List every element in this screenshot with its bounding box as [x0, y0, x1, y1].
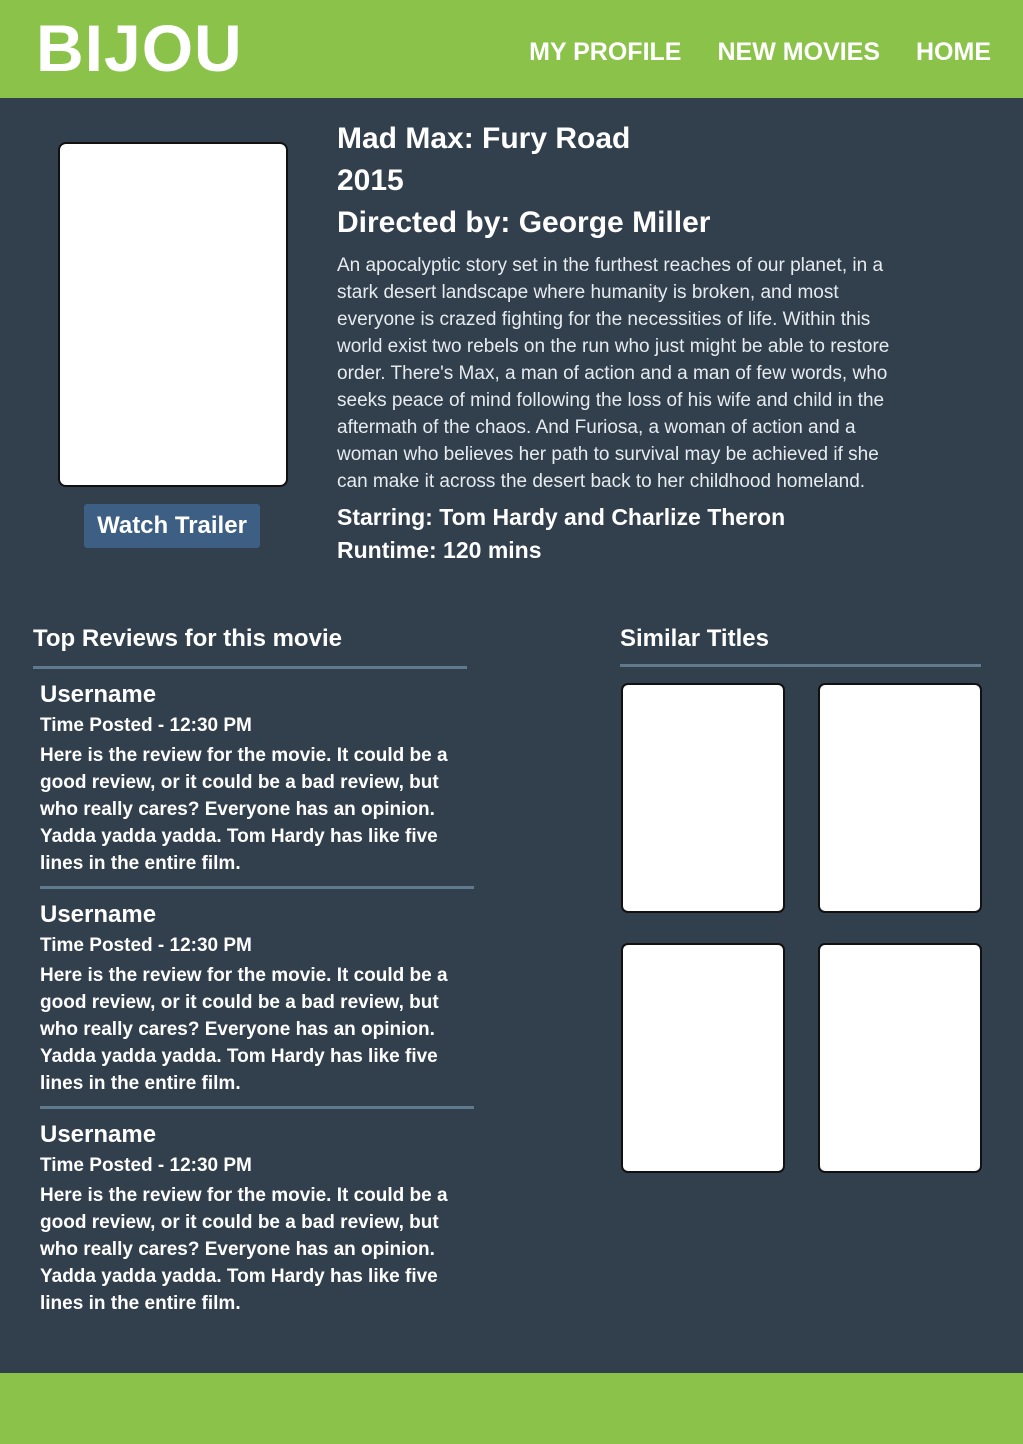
review-text: Here is the review for the movie. It cou…	[40, 965, 448, 1094]
reviews-heading: Top Reviews for this movie	[33, 625, 342, 652]
reviews-heading-divider	[33, 666, 467, 669]
similar-titles-heading: Similar Titles	[620, 625, 769, 652]
review-username[interactable]: Username	[40, 900, 470, 930]
movie-info: Mad Max: Fury Road 2015 Directed by: Geo…	[337, 118, 907, 567]
review-username[interactable]: Username	[40, 680, 470, 710]
review-time: Time Posted - 12:30 PM	[40, 1155, 252, 1176]
review-text: Here is the review for the movie. It cou…	[40, 1185, 448, 1314]
similar-title-thumbnail[interactable]	[621, 943, 785, 1173]
similar-title-thumbnail[interactable]	[818, 943, 982, 1173]
nav-home[interactable]: HOME	[916, 36, 991, 68]
movie-year: 2015	[337, 164, 404, 197]
review-text: Here is the review for the movie. It cou…	[40, 745, 448, 874]
similar-title-thumbnail[interactable]	[621, 683, 785, 913]
movie-title: Mad Max: Fury Road	[337, 122, 631, 155]
movie-director: Directed by: George Miller	[337, 206, 711, 239]
site-logo[interactable]: BIJOU	[36, 8, 243, 88]
nav-new-movies[interactable]: NEW MOVIES	[717, 36, 880, 68]
review-username[interactable]: Username	[40, 1120, 470, 1150]
movie-synopsis: An apocalyptic story set in the furthest…	[337, 255, 890, 492]
review-divider	[40, 1106, 474, 1109]
top-nav-bar: BIJOU MY PROFILE NEW MOVIES HOME	[0, 0, 1023, 98]
similar-title-thumbnail[interactable]	[818, 683, 982, 913]
review-time: Time Posted - 12:30 PM	[40, 935, 252, 956]
review-item: Username Time Posted - 12:30 PM Here is …	[40, 1120, 470, 1317]
footer-bar	[0, 1373, 1023, 1444]
review-time: Time Posted - 12:30 PM	[40, 715, 252, 736]
movie-starring: Starring: Tom Hardy and Charlize Theron	[337, 504, 786, 530]
movie-poster	[58, 142, 288, 487]
nav-my-profile[interactable]: MY PROFILE	[529, 36, 681, 68]
review-item: Username Time Posted - 12:30 PM Here is …	[40, 900, 470, 1097]
movie-runtime: Runtime: 120 mins	[337, 537, 542, 563]
similar-titles-divider	[620, 664, 981, 667]
watch-trailer-button[interactable]: Watch Trailer	[84, 504, 260, 548]
main-nav: MY PROFILE NEW MOVIES HOME	[529, 36, 991, 68]
review-divider	[40, 886, 474, 889]
review-item: Username Time Posted - 12:30 PM Here is …	[40, 680, 470, 877]
